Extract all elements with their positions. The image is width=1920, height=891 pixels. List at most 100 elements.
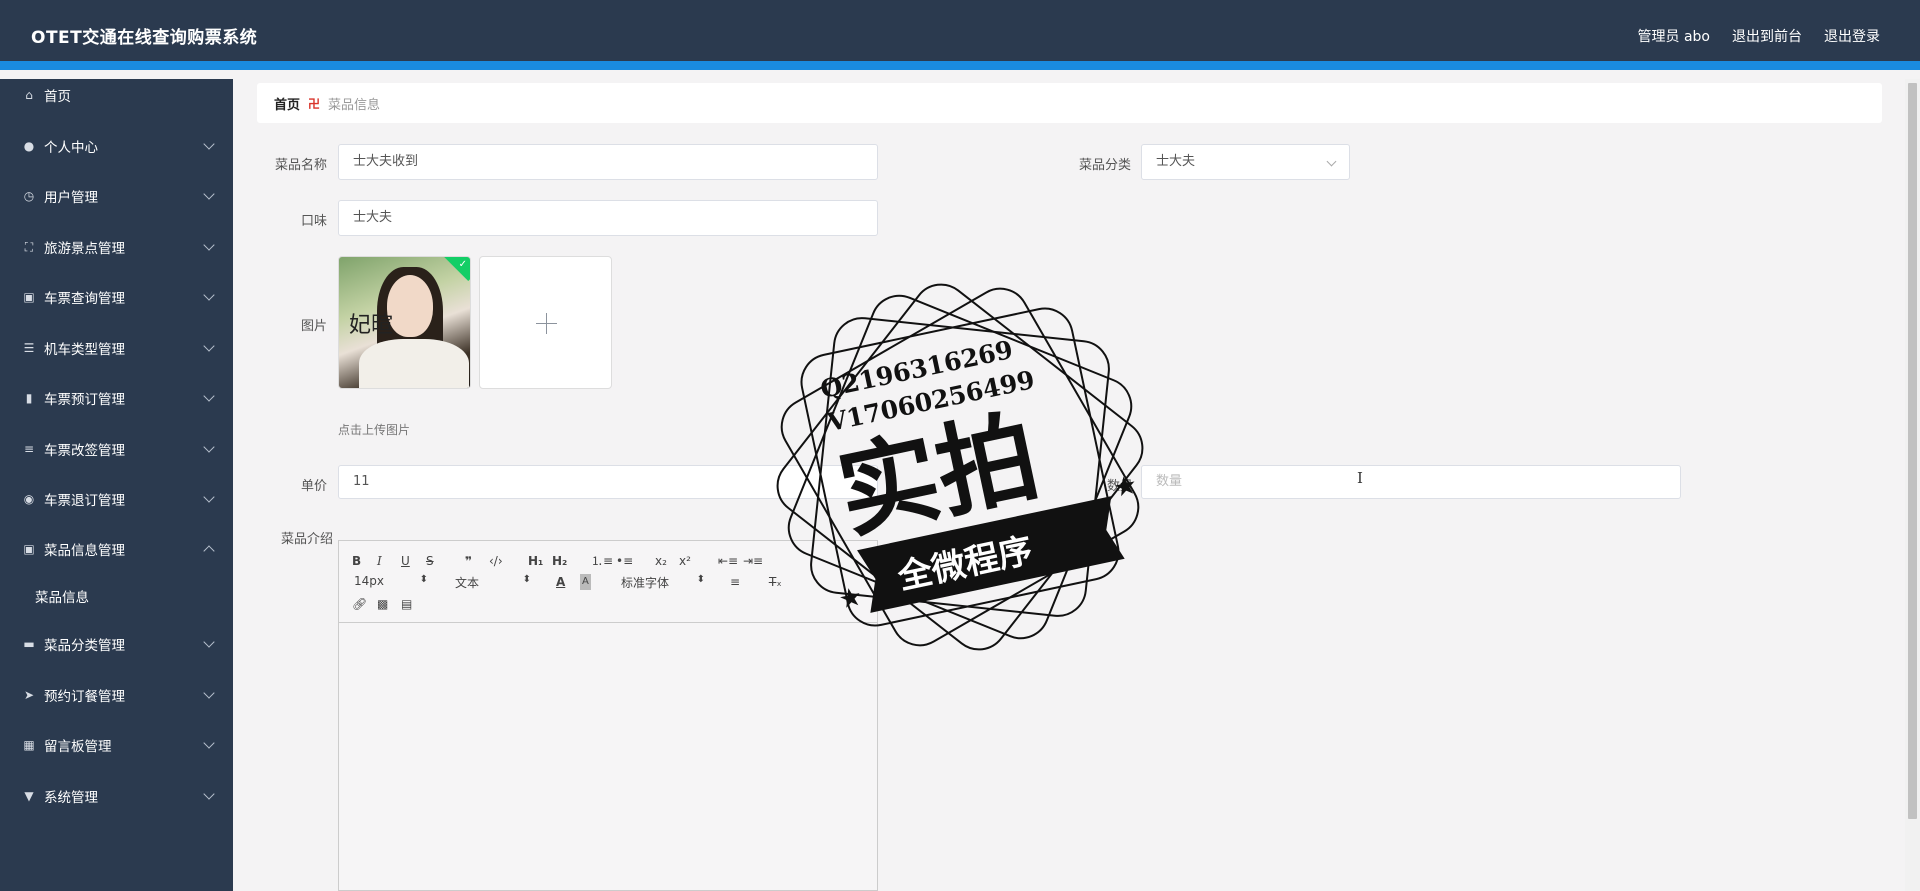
bullet-list-icon[interactable]: •≡	[616, 553, 633, 569]
chevron-down-icon	[203, 239, 215, 251]
chevron-down-icon	[203, 636, 215, 648]
breadcrumb-home[interactable]: 首页	[274, 94, 300, 113]
chevron-down-icon	[203, 390, 215, 402]
upload-add-button[interactable]	[479, 256, 612, 389]
chevron-up-icon	[203, 545, 215, 557]
editor-content-area[interactable]	[339, 623, 877, 891]
video-icon[interactable]: ▤	[401, 596, 412, 612]
sidebar-item-label: 车票退订管理	[44, 493, 125, 509]
image-calligraphy: 妃暄	[349, 313, 394, 338]
underline-icon[interactable]: U	[401, 553, 410, 569]
sidebar-item-label: 系统管理	[44, 790, 98, 806]
admin-label: 管理员 abo	[1637, 29, 1710, 45]
image-face	[387, 275, 433, 337]
header2-icon[interactable]: H₂	[552, 553, 567, 569]
sidebar-item-booking[interactable]: ▮ 车票预订管理	[0, 378, 233, 418]
logout-link[interactable]: 退出登录	[1824, 26, 1880, 46]
superscript-icon[interactable]: x²	[679, 553, 691, 569]
dish-name-input[interactable]: 士大夫收到	[338, 144, 878, 180]
rich-text-editor[interactable]: B I U S ❞ ‹/› H₁ H₂ ⒈≡ •≡ x₂ x² ⇤≡ ⇥≡ 14…	[338, 540, 878, 891]
sidebar-item-meal-order[interactable]: ➤ 预约订餐管理	[0, 675, 233, 715]
sidebar-item-message-board[interactable]: ▦ 留言板管理	[0, 725, 233, 765]
expand-icon: ⛶	[24, 239, 34, 254]
font-color-icon[interactable]: A	[556, 574, 565, 590]
user-icon: ●	[23, 139, 35, 153]
price-label: 单价	[300, 479, 327, 494]
chevron-down-icon	[203, 788, 215, 800]
upload-hint: 点击上传图片	[338, 423, 411, 437]
blockquote-icon[interactable]: ❞	[465, 553, 472, 569]
uploaded-image[interactable]: 妃暄 ✓	[338, 256, 471, 389]
intro-label: 菜品介绍	[280, 532, 333, 547]
indent-icon[interactable]: ⇥≡	[743, 553, 763, 569]
image-icon[interactable]: ▩	[377, 596, 388, 612]
sidebar-item-dish-info[interactable]: ▣ 菜品信息管理	[0, 529, 233, 569]
subscript-icon[interactable]: x₂	[655, 553, 667, 569]
sidebar-item-label: 车票查询管理	[44, 291, 125, 307]
clipboard-icon: ▣	[23, 290, 35, 304]
sidebar-item-home[interactable]: ⌂ 首页	[0, 75, 233, 115]
text-cursor-icon: I	[1357, 469, 1363, 487]
clock-icon: ◷	[23, 189, 35, 203]
header-actions: 管理员 abo 退出到前台 退出登录	[1638, 26, 1880, 46]
background-color-icon[interactable]: A	[580, 574, 591, 590]
image-label: 图片	[300, 319, 327, 334]
sidebar-item-users[interactable]: ◷ 用户管理	[0, 176, 233, 216]
sidebar-item-label: 个人中心	[44, 140, 98, 156]
font-family-select[interactable]: 标准字体	[621, 574, 705, 591]
chevron-down-icon	[203, 188, 215, 200]
outdent-icon[interactable]: ⇤≡	[718, 553, 738, 569]
pin-icon: ▼	[24, 789, 34, 803]
home-icon: ⌂	[25, 88, 33, 102]
breadcrumb-current: 菜品信息	[328, 97, 381, 113]
align-icon[interactable]: ≡	[730, 574, 740, 590]
sidebar-item-label: 首页	[44, 89, 71, 105]
chevron-down-icon	[203, 687, 215, 699]
chevron-down-icon	[203, 340, 215, 352]
chevron-down-icon	[203, 138, 215, 150]
send-icon: ➤	[23, 688, 35, 702]
sidebar-item-locomotive[interactable]: ☰ 机车类型管理	[0, 328, 233, 368]
font-size-select[interactable]: 14px	[354, 574, 428, 588]
dish-category-value: 士大夫	[1156, 154, 1196, 169]
strike-icon[interactable]: S	[426, 553, 434, 569]
sidebar-item-ticket-query[interactable]: ▣ 车票查询管理	[0, 277, 233, 317]
quantity-input[interactable]: 数量	[1141, 465, 1681, 499]
app-title: OTET交通在线查询购票系统	[31, 28, 258, 48]
code-block-icon[interactable]: ‹/›	[489, 553, 503, 569]
sidebar: ⌂ 首页 ● 个人中心 ◷ 用户管理 ⛶ 旅游景点管理 ▣ 车票查询管理 ☰ 机…	[0, 79, 233, 891]
sidebar-item-dish-category[interactable]: ▬ 菜品分类管理	[0, 624, 233, 664]
taste-input[interactable]: 士大夫	[338, 200, 878, 236]
sidebar-item-label: 旅游景点管理	[44, 241, 125, 257]
submenu-item-dish-info[interactable]: 菜品信息	[0, 578, 233, 614]
sidebar-item-label: 菜品分类管理	[44, 638, 125, 654]
price-input[interactable]: 11	[338, 465, 878, 499]
chevron-down-icon	[203, 441, 215, 453]
main-content: 首页 卍 菜品信息 菜品名称 士大夫收到 菜品分类 士大夫 口味 士大夫 图片 …	[233, 79, 1905, 891]
sidebar-item-rebook[interactable]: ≡ 车票改签管理	[0, 429, 233, 469]
link-icon[interactable]: 🔗︎	[352, 596, 367, 612]
ordered-list-icon[interactable]: ⒈≡	[591, 553, 613, 569]
header1-icon[interactable]: H₁	[528, 553, 543, 569]
taste-label: 口味	[300, 214, 327, 229]
italic-icon[interactable]: I	[377, 553, 382, 569]
editor-toolbar: B I U S ❞ ‹/› H₁ H₂ ⒈≡ •≡ x₂ x² ⇤≡ ⇥≡ 14…	[339, 541, 877, 623]
sidebar-item-scenic[interactable]: ⛶ 旅游景点管理	[0, 227, 233, 267]
dish-category-label: 菜品分类	[1078, 158, 1131, 173]
bold-icon[interactable]: B	[352, 553, 361, 569]
exit-to-front-link[interactable]: 退出到前台	[1732, 26, 1802, 46]
clear-format-icon[interactable]: T̶ₓ	[769, 574, 782, 590]
header-select[interactable]: 文本	[455, 574, 531, 591]
dish-category-select[interactable]: 士大夫	[1141, 144, 1350, 180]
sidebar-item-label: 车票预订管理	[44, 392, 125, 408]
chevron-down-icon	[203, 289, 215, 301]
sidebar-item-system[interactable]: ▼ 系统管理	[0, 776, 233, 816]
page-scrollbar[interactable]	[1905, 79, 1920, 891]
sidebar-item-refund[interactable]: ◉ 车票退订管理	[0, 479, 233, 519]
scrollbar-thumb[interactable]	[1908, 83, 1917, 819]
dish-name-label: 菜品名称	[274, 158, 327, 173]
sidebar-item-personal[interactable]: ● 个人中心	[0, 126, 233, 166]
top-header: OTET交通在线查询购票系统 管理员 abo 退出到前台 退出登录	[0, 0, 1920, 70]
sidebar-item-label: 预约订餐管理	[44, 689, 125, 705]
sidebar-item-label: 菜品信息管理	[44, 543, 125, 559]
